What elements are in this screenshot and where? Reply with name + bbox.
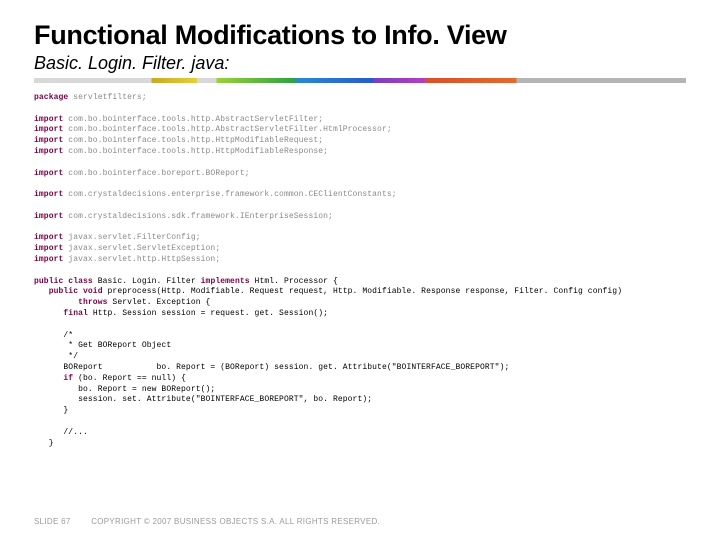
code-line-6: } (34, 439, 54, 448)
code-line-1: BOReport bo. Report = (BOReport) session… (34, 363, 509, 372)
kw-import: import (34, 212, 63, 221)
kw-package: package (34, 93, 68, 102)
import-1: com.bo.bointerface.tools.http.AbstractSe… (63, 115, 323, 124)
final-rest: Http. Session session = request. get. Se… (93, 309, 328, 318)
code-block: package servletfilters; import com.bo.bo… (34, 93, 686, 449)
kw-import: import (34, 169, 63, 178)
kw-import: import (34, 115, 63, 124)
copyright-text: COPYRIGHT © 2007 BUSINESS OBJECTS S.A. A… (91, 517, 380, 526)
import-2: com.bo.bointerface.tools.http.AbstractSe… (63, 125, 391, 134)
slide-title: Functional Modifications to Info. View (34, 20, 686, 51)
comment-3: */ (34, 352, 78, 361)
import-4: com.bo.bointerface.tools.http.HttpModifi… (63, 147, 328, 156)
kw-public-class: public class (34, 277, 98, 286)
import-6: com.crystaldecisions.enterprise.framewor… (63, 190, 396, 199)
code-line-2: bo. Report = new BOReport(); (34, 385, 215, 394)
kw-import: import (34, 233, 63, 242)
comment-1: /* (34, 331, 73, 340)
kw-throws: throws (34, 298, 112, 307)
comment-2: * Get BOReport Object (34, 341, 171, 350)
code-line-5: //... (34, 428, 88, 437)
code-line-3: session. set. Attribute("BOINTERFACE_BOR… (34, 395, 372, 404)
method-sig: preprocess(Http. Modifiable. Request req… (108, 287, 623, 296)
if-rest: (bo. Report == null) { (78, 374, 186, 383)
kw-import: import (34, 255, 63, 264)
class-rest: Html. Processor { (250, 277, 338, 286)
throws-rest: Servlet. Exception { (112, 298, 210, 307)
import-7: com.crystaldecisions.sdk.framework.IEnte… (63, 212, 333, 221)
kw-import: import (34, 125, 63, 134)
slide-subtitle: Basic. Login. Filter. java: (34, 53, 686, 74)
import-9: javax.servlet.ServletException; (63, 244, 220, 253)
import-3: com.bo.bointerface.tools.http.HttpModifi… (63, 136, 323, 145)
kw-if: if (34, 374, 78, 383)
kw-import: import (34, 136, 63, 145)
slide-container: Functional Modifications to Info. View B… (0, 0, 720, 540)
kw-public-void: public void (34, 287, 108, 296)
code-line-4: } (34, 406, 68, 415)
divider-rainbow (34, 78, 686, 83)
import-10: javax.servlet.http.HttpSession; (63, 255, 220, 264)
kw-implements: implements (201, 277, 250, 286)
slide-number: SLIDE 67 (34, 517, 71, 526)
kw-import: import (34, 147, 63, 156)
slide-footer: SLIDE 67 COPYRIGHT © 2007 BUSINESS OBJEC… (34, 517, 380, 526)
kw-final: final (34, 309, 93, 318)
kw-import: import (34, 190, 63, 199)
class-name: Basic. Login. Filter (98, 277, 201, 286)
kw-import: import (34, 244, 63, 253)
import-8: javax.servlet.FilterConfig; (63, 233, 200, 242)
import-5: com.bo.bointerface.boreport.BOReport; (63, 169, 249, 178)
pkg-rest: servletfilters; (68, 93, 146, 102)
